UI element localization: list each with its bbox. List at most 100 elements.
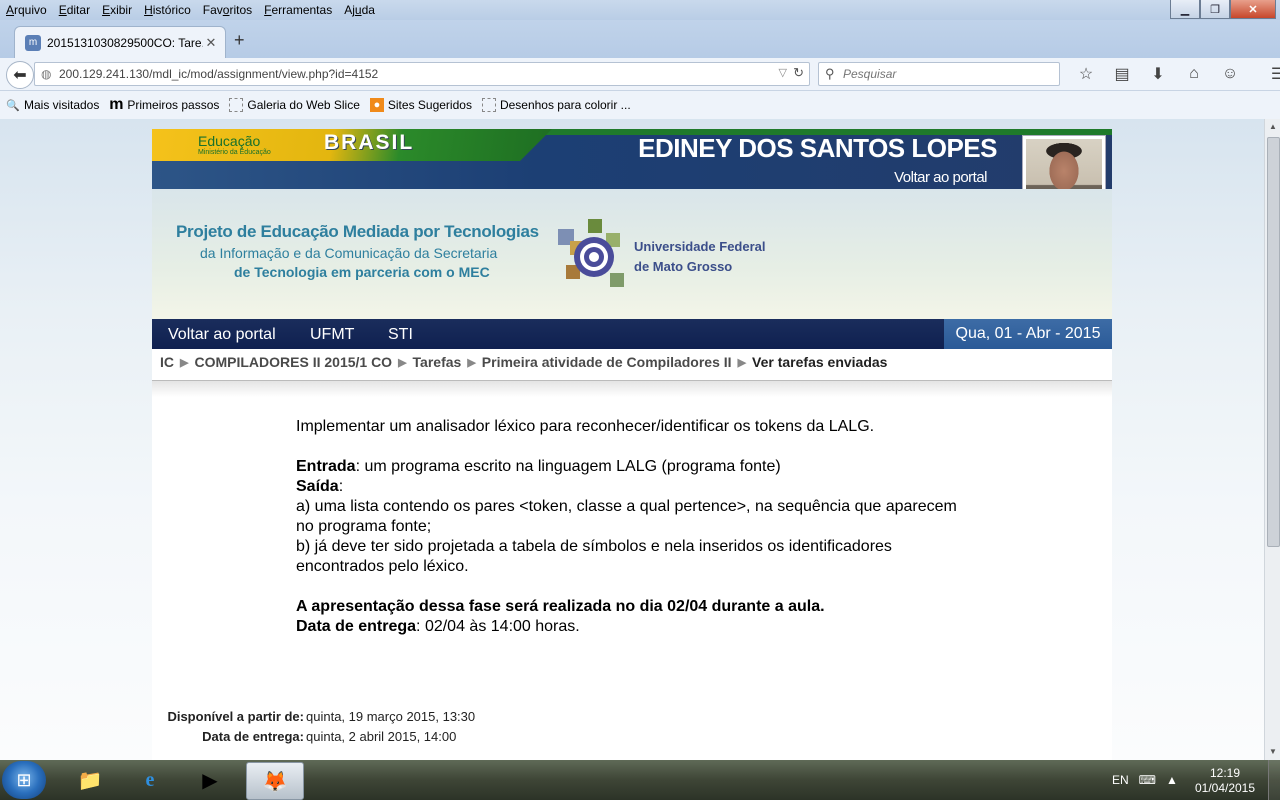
- bookmark-star-icon[interactable]: ☆: [1068, 62, 1104, 86]
- breadcrumb-ic[interactable]: IC: [160, 354, 174, 370]
- back-button[interactable]: ⬅: [6, 61, 34, 89]
- ufmt-name-line2: de Mato Grosso: [634, 259, 733, 274]
- user-name: EDINEY DOS SANTOS LOPES: [638, 133, 997, 163]
- explorer-taskbar-icon[interactable]: 📁: [62, 762, 118, 798]
- menu-ajuda[interactable]: Ajuda: [338, 3, 381, 17]
- new-tab-button[interactable]: +: [234, 30, 245, 51]
- firefox-taskbar-icon[interactable]: 🦊: [246, 762, 304, 800]
- search-icon: ⚲: [825, 66, 835, 81]
- minimize-button[interactable]: ▁: [1170, 0, 1200, 19]
- keyboard-icon[interactable]: ⌨: [1139, 773, 1156, 787]
- show-desktop-button[interactable]: [1268, 760, 1280, 800]
- ufmt-logo-icon: [558, 219, 624, 287]
- chat-icon[interactable]: ☺: [1212, 62, 1248, 86]
- home-icon[interactable]: ⌂: [1176, 62, 1212, 86]
- saida-item-a-cont: no programa fonte;: [296, 518, 432, 535]
- data-entrega-label: Data de entrega: [296, 618, 417, 635]
- suggested-sites-icon: ●: [369, 98, 384, 112]
- close-window-button[interactable]: ✕: [1230, 0, 1276, 19]
- breadcrumb-separator-icon: ▶: [737, 357, 747, 369]
- bookmark-primeiros-passos[interactable]: m Primeiros passos: [109, 96, 219, 113]
- mozilla-icon: m: [109, 96, 124, 113]
- breadcrumb-separator-icon: ▶: [180, 357, 189, 369]
- reload-icon[interactable]: ↻: [793, 65, 804, 81]
- bookmarks-toolbar: 🔍 Mais visitados m Primeiros passos Galeri…: [0, 91, 1280, 119]
- educacao-logo-text: Educação: [198, 133, 261, 149]
- bookmarks-menu-icon[interactable]: ▤: [1104, 62, 1140, 86]
- project-banner: Projeto de Educação Mediada por Tecnolog…: [152, 189, 1112, 319]
- tray-expand-icon[interactable]: ▲: [1166, 773, 1178, 787]
- current-date: Qua, 01 - Abr - 2015: [944, 319, 1112, 349]
- search-input[interactable]: [841, 65, 1055, 83]
- bookmark-sites-sugeridos[interactable]: ● Sites Sugeridos: [369, 98, 472, 112]
- breadcrumb-tarefas[interactable]: Tarefas: [413, 354, 462, 370]
- breadcrumb-shadow: [152, 381, 1112, 397]
- scroll-down-icon[interactable]: ▼: [1265, 744, 1280, 760]
- bookmark-desenhos[interactable]: Desenhos para colorir ...: [481, 98, 631, 112]
- tab-close-icon[interactable]: ✕: [203, 35, 219, 51]
- entrada-line: Entrada: um programa escrito na linguage…: [296, 457, 976, 477]
- back-arrow-icon: ⬅: [13, 67, 27, 84]
- data-entrega-line: Data de entrega: 02/04 às 14:00 horas.: [296, 617, 976, 637]
- page-icon: [481, 98, 496, 112]
- menu-ferramentas[interactable]: Ferramentas: [258, 3, 338, 17]
- tab-title: 2015131030829500CO: Tare...: [47, 36, 203, 50]
- menu-exibir[interactable]: Exibir: [96, 3, 138, 17]
- internet-explorer-taskbar-icon[interactable]: e: [122, 762, 178, 798]
- nav-voltar-portal[interactable]: Voltar ao portal: [168, 326, 276, 344]
- saida-label: Saída: [296, 478, 339, 495]
- scroll-up-icon[interactable]: ▲: [1265, 119, 1280, 135]
- bookmark-galeria-web-slice[interactable]: Galeria do Web Slice: [229, 98, 360, 112]
- breadcrumb-separator-icon: ▶: [398, 357, 407, 369]
- bookmark-mais-visitados[interactable]: 🔍 Mais visitados: [6, 98, 99, 112]
- header-bar: Educação Ministério da Educação BRASIL E…: [152, 129, 1112, 189]
- scroll-thumb[interactable]: [1267, 137, 1280, 547]
- nav-sti[interactable]: STI: [388, 326, 413, 344]
- browser-tab[interactable]: m 2015131030829500CO: Tare... ✕: [14, 26, 226, 59]
- nav-ufmt[interactable]: UFMT: [310, 326, 354, 344]
- saida-item-b: b) já deve ter sido projetada a tabela d…: [296, 538, 892, 555]
- voltar-portal-link[interactable]: Voltar ao portal: [752, 169, 987, 186]
- language-indicator[interactable]: EN: [1112, 773, 1129, 787]
- url-text[interactable]: 200.129.241.130/mdl_ic/mod/assignment/vi…: [59, 67, 378, 81]
- project-subtitle-1: da Informação e da Comunicação da Secret…: [200, 245, 498, 261]
- media-player-taskbar-icon[interactable]: ▶: [182, 762, 238, 798]
- start-button[interactable]: ⊞: [2, 761, 46, 799]
- assignment-dates: Disponível a partir de: quinta, 19 março…: [152, 707, 475, 747]
- saida-item-b-cont: encontrados pelo léxico.: [296, 558, 469, 575]
- available-from-value: quinta, 19 março 2015, 13:30: [306, 709, 476, 724]
- menu-historico[interactable]: Histórico: [138, 3, 197, 17]
- vertical-scrollbar[interactable]: ▲ ▼: [1264, 119, 1280, 760]
- navigation-bar: ⬅ ◍ 200.129.241.130/mdl_ic/mod/assignmen…: [0, 58, 1280, 91]
- project-subtitle-2: de Tecnologia em parceria com o MEC: [234, 264, 490, 280]
- data-entrega-text: : 02/04 às 14:00 horas.: [416, 618, 580, 635]
- due-date-row: Data de entrega: quinta, 2 abril 2015, 1…: [152, 727, 475, 747]
- tab-strip: m 2015131030829500CO: Tare... ✕ +: [0, 20, 1280, 59]
- search-box[interactable]: ⚲: [818, 62, 1060, 86]
- due-date-label: Data de entrega:: [202, 729, 304, 744]
- assignment-description: Implementar um analisador léxico para re…: [296, 417, 976, 637]
- window-controls: ▁ ❐ ✕: [1170, 0, 1276, 19]
- url-bar[interactable]: ◍ 200.129.241.130/mdl_ic/mod/assignment/…: [34, 62, 810, 86]
- moodle-page: Educação Ministério da Educação BRASIL E…: [152, 129, 1112, 760]
- maximize-button[interactable]: ❐: [1200, 0, 1230, 19]
- web-slice-icon: [229, 98, 244, 112]
- downloads-icon[interactable]: ⬇: [1140, 62, 1176, 86]
- url-dropdown-icon[interactable]: ▽: [779, 66, 787, 79]
- menu-favoritos[interactable]: Favoritos: [197, 3, 258, 17]
- menu-arquivo[interactable]: Arquivo: [0, 3, 53, 17]
- brasil-logo-text: BRASIL: [324, 131, 415, 154]
- site-identity-icon[interactable]: ◍: [41, 67, 51, 81]
- ministerio-text: Ministério da Educação: [198, 149, 271, 156]
- breadcrumb-assignment[interactable]: Primeira atividade de Compiladores II: [482, 354, 732, 370]
- breadcrumb-course[interactable]: COMPILADORES II 2015/1 CO: [194, 354, 392, 370]
- menu-editar[interactable]: Editar: [53, 3, 96, 17]
- hamburger-menu-icon[interactable]: ☰: [1260, 62, 1280, 86]
- moodle-favicon-icon: m: [25, 35, 41, 51]
- clock-date: 01/04/2015: [1194, 781, 1256, 795]
- page-viewport: Educação Ministério da Educação BRASIL E…: [0, 119, 1264, 760]
- system-clock[interactable]: 12:19 01/04/2015: [1190, 766, 1260, 796]
- entrada-text: : um programa escrito na linguagem LALG …: [355, 458, 781, 475]
- site-nav: Voltar ao portal UFMT STI Qua, 01 - Abr …: [152, 319, 1112, 349]
- windows-logo-icon: ⊞: [16, 769, 32, 790]
